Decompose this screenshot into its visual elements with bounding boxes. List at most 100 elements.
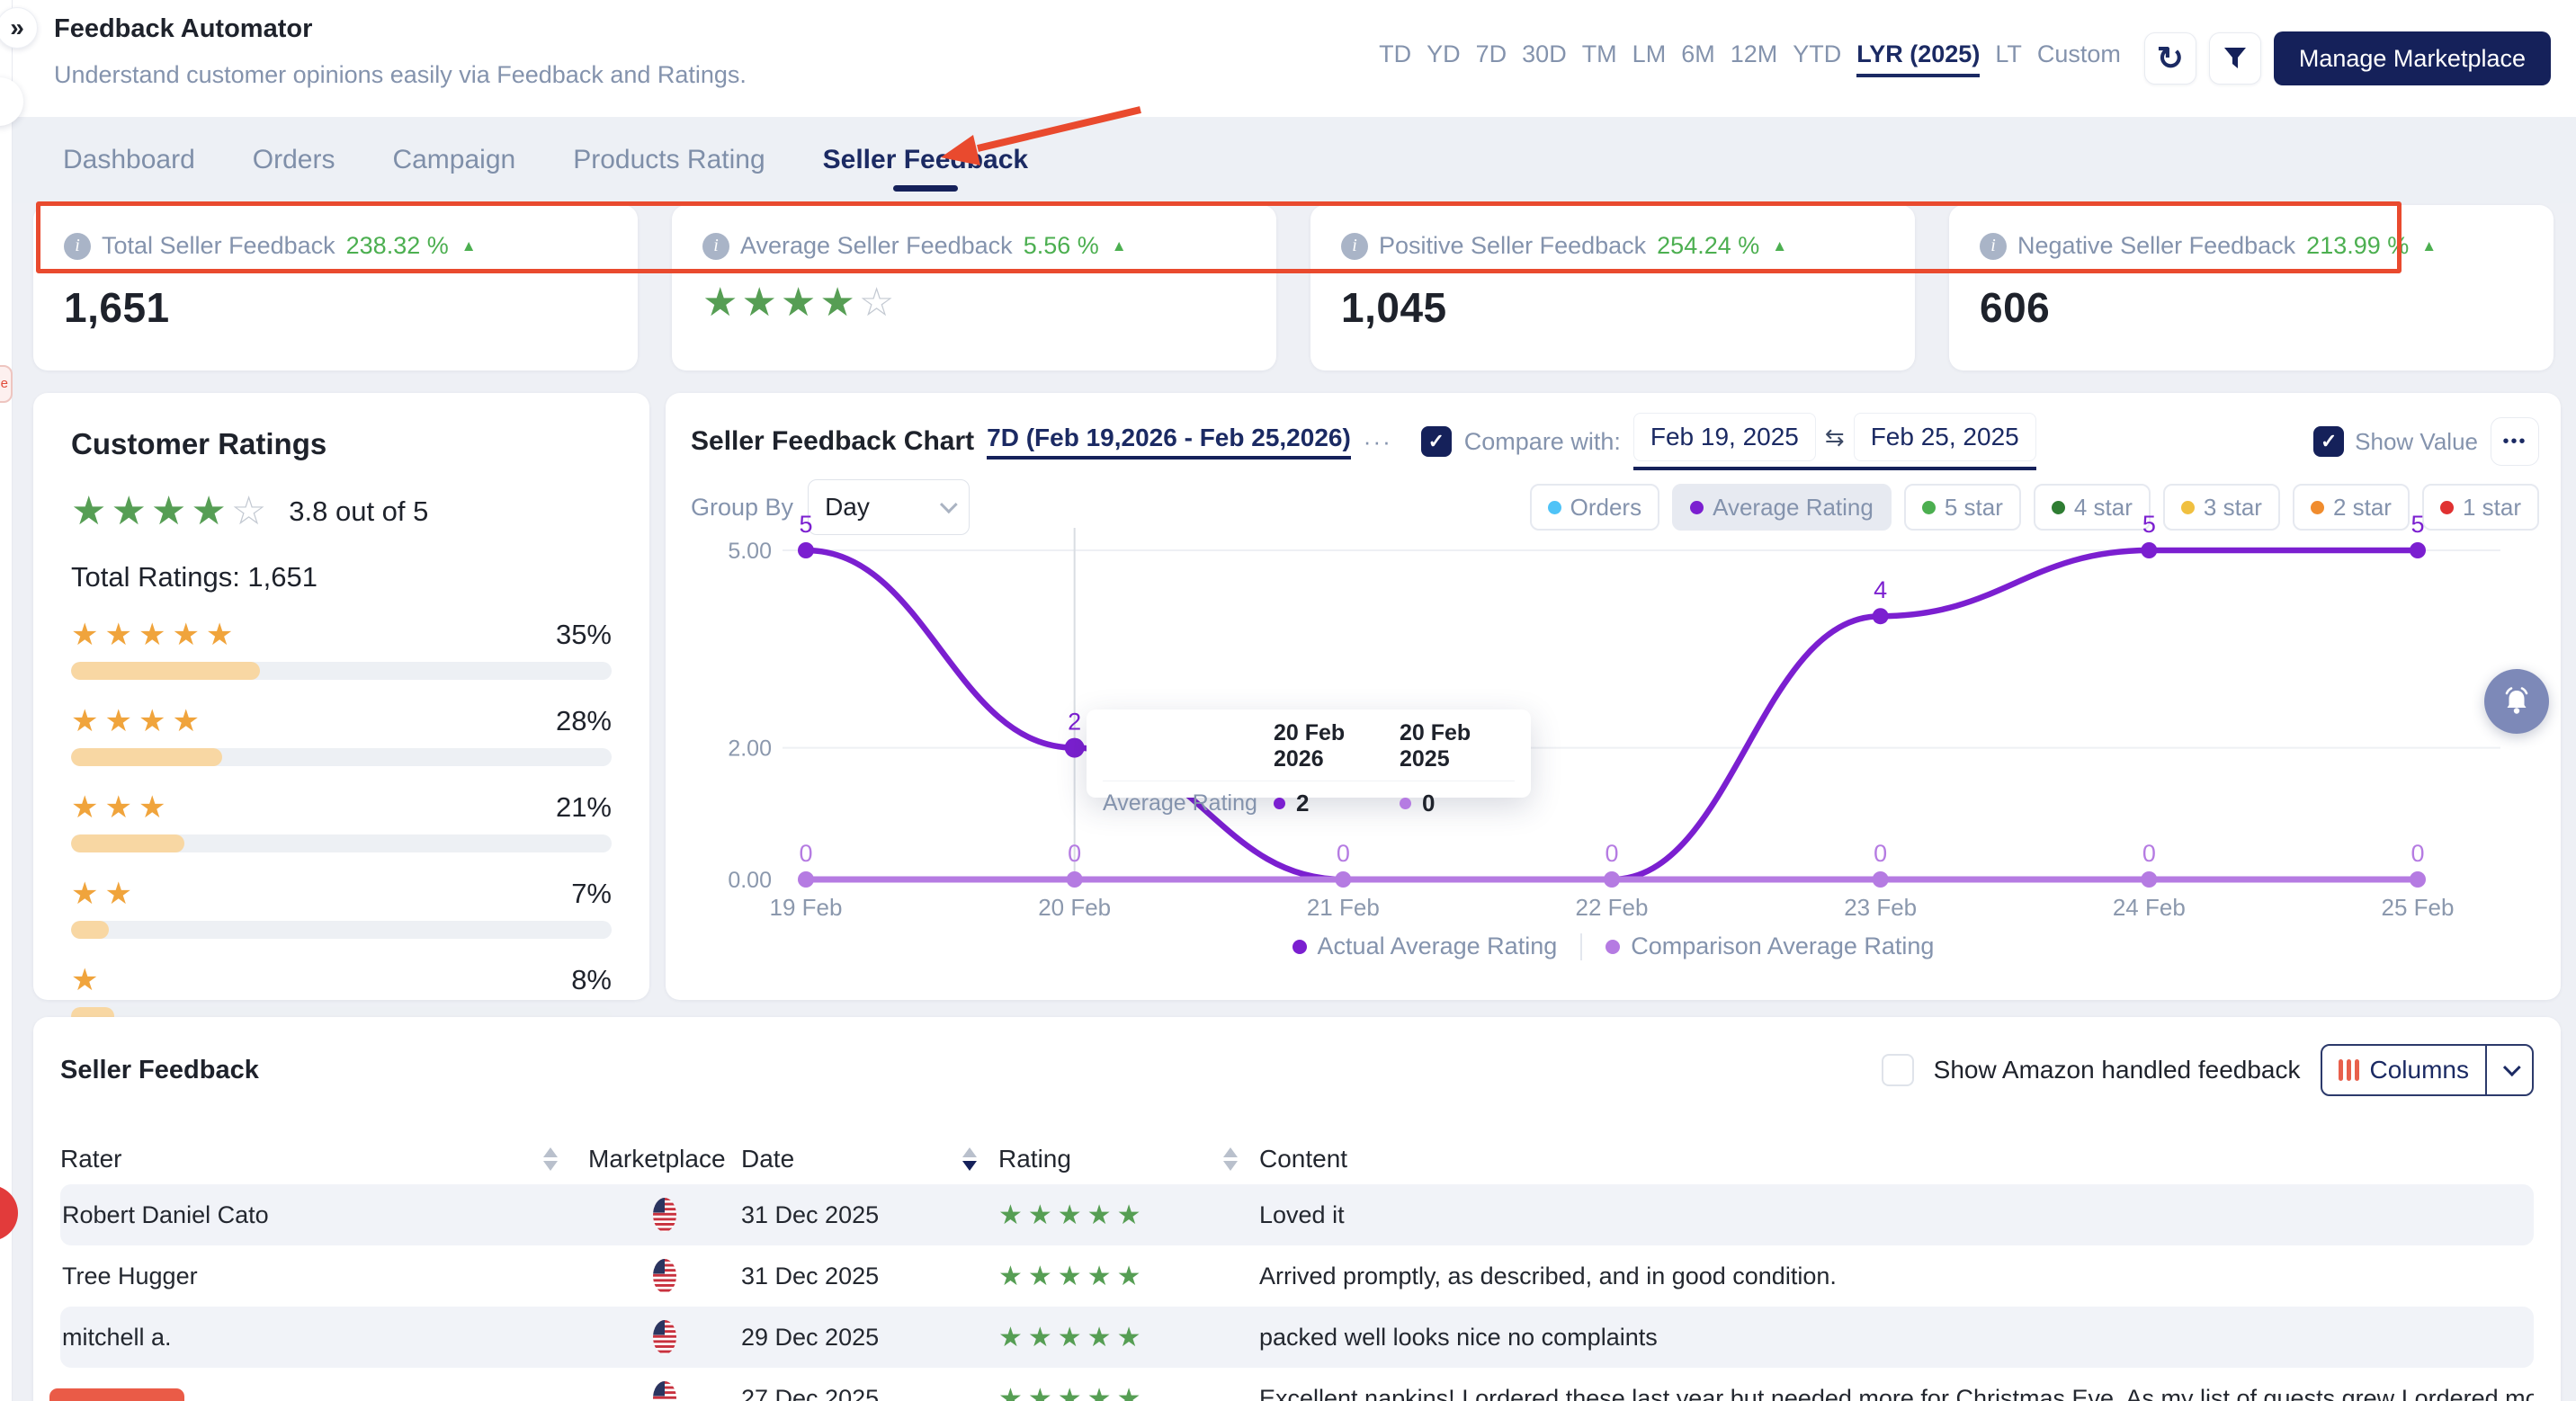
svg-text:0: 0 <box>1068 840 1081 867</box>
svg-text:19 Feb: 19 Feb <box>770 894 843 921</box>
manage-marketplace-button[interactable]: Manage Marketplace <box>2273 31 2551 85</box>
table-body: Robert Daniel Cato 31 Dec 2025 ★★★★★ Loved … <box>60 1184 2534 1401</box>
customer-ratings-title: Customer Ratings <box>71 427 327 460</box>
kpi-card-3: i Negative Seller Feedback 213.99 % ▲ 606 <box>1949 205 2554 370</box>
rating-bar-track <box>71 921 612 939</box>
tooltip-series-label: Average Rating <box>1103 790 1257 816</box>
header-marketplace: Marketplace <box>588 1145 726 1173</box>
legend-actual-average-rating: Actual Average Rating <box>1292 933 1558 960</box>
range-yd[interactable]: YD <box>1427 40 1461 77</box>
rating-row-stars: ★★★★★ <box>71 618 240 652</box>
header-date[interactable]: Date <box>741 1145 998 1173</box>
trend-up-icon: ▲ <box>1772 236 1788 254</box>
amazon-handled-checkbox[interactable] <box>1881 1054 1914 1086</box>
sort-asc-icon <box>1223 1147 1238 1157</box>
top-header: Feedback Automator Understand customer o… <box>0 0 2576 117</box>
header-controls: TD YD 7D 30D TM LM 6M 12M YTD LYR (2025) LT Custom … <box>1379 0 2551 117</box>
trend-up-icon: ▲ <box>1111 236 1127 254</box>
legend-dot <box>1606 939 1621 954</box>
range-custom[interactable]: Custom <box>2037 40 2121 77</box>
tooltip-date-current: 20 Feb 2026 <box>1274 720 1346 772</box>
sort-icons[interactable] <box>543 1147 579 1171</box>
svg-text:5: 5 <box>2411 511 2424 538</box>
columns-dropdown[interactable] <box>2485 1046 2532 1094</box>
sort-icons[interactable] <box>962 1147 998 1171</box>
rating-row-percent: 21% <box>555 791 612 823</box>
amazon-handled-label: Show Amazon handled feedback <box>1933 1056 2301 1084</box>
range-lyr-2025-[interactable]: LYR (2025) <box>1856 40 1981 77</box>
range-tm[interactable]: TM <box>1582 40 1617 77</box>
range-7d[interactable]: 7D <box>1476 40 1507 77</box>
rating-row-stars: ★ <box>71 963 105 997</box>
rating-distribution: ★★★★★ 35% ★★★★ 28% ★★★ 21% ★★ 7% ★ 8% <box>71 617 612 1025</box>
tab-seller-feedback[interactable]: Seller Feedback <box>819 129 1032 192</box>
tooltip-value-comparison: 0 <box>1422 790 1436 817</box>
tab-products-rating[interactable]: Products Rating <box>569 129 768 192</box>
tooltip-date-comparison: 20 Feb 2025 <box>1400 720 1471 772</box>
range-lm[interactable]: LM <box>1632 40 1667 77</box>
kpi-head: i Positive Seller Feedback 254.24 % ▲ <box>1341 232 1884 260</box>
rating-row-3-star: ★★★ 21% <box>71 790 612 852</box>
refresh-button[interactable]: ↻ <box>2143 32 2196 85</box>
kpi-change: 213.99 % <box>2306 232 2410 259</box>
page-title: Feedback Automator <box>54 14 313 43</box>
us-flag-icon <box>653 1320 676 1354</box>
kpi-label: Negative Seller Feedback <box>2017 232 2296 259</box>
line-chart[interactable]: 5.00 2.00 0.00 0 0 0 0 0 0 0 5 2 4 5 5 19 Feb 20 Feb 21 F… <box>666 393 2561 1000</box>
kpi-card-0: i Total Seller Feedback 238.32 % ▲ 1,651 <box>33 205 638 370</box>
range-6m[interactable]: 6M <box>1681 40 1715 77</box>
legend-dot <box>1292 939 1307 954</box>
rating-row-percent: 7% <box>571 878 612 909</box>
rating-row-top: ★★★ 21% <box>71 790 612 825</box>
range-12m[interactable]: 12M <box>1731 40 1778 77</box>
table-row: mitchell a. 29 Dec 2025 ★★★★★ packed well l… <box>60 1307 2534 1368</box>
svg-text:23 Feb: 23 Feb <box>1844 894 1917 921</box>
table-row: Tree Hugger 31 Dec 2025 ★★★★★ Arrived promp… <box>60 1245 2534 1307</box>
header-rater[interactable]: Rater <box>60 1145 543 1173</box>
sort-desc-icon <box>543 1161 558 1171</box>
header-content: Content <box>1259 1145 1348 1173</box>
range-td[interactable]: TD <box>1379 40 1411 77</box>
columns-button[interactable]: Columns <box>2320 1044 2534 1096</box>
cell-date: 27 Dec 2025 <box>741 1384 880 1401</box>
sort-desc-icon <box>962 1161 977 1171</box>
kpi-head: i Negative Seller Feedback 213.99 % ▲ <box>1980 232 2523 260</box>
kpi-value: 1,045 <box>1341 284 1447 331</box>
sort-icons[interactable] <box>1223 1147 1259 1171</box>
legend-label: Actual Average Rating <box>1317 933 1558 959</box>
tab-dashboard[interactable]: Dashboard <box>59 129 199 192</box>
legend-separator <box>1580 933 1583 960</box>
rating-bar-track <box>71 662 612 680</box>
rating-bar-fill <box>71 834 185 852</box>
rating-row-top: ★ 8% <box>71 962 612 998</box>
svg-text:5: 5 <box>2142 511 2156 538</box>
rating-row-top: ★★ 7% <box>71 876 612 912</box>
cell-rater: Tree Hugger <box>62 1262 198 1289</box>
columns-label: Columns <box>2369 1056 2469 1084</box>
cell-content: Loved it <box>1259 1200 1345 1228</box>
cell-rating: ★★★★★ <box>998 1261 1147 1291</box>
page-subtitle: Understand customer opinions easily via … <box>54 61 747 88</box>
svg-text:2: 2 <box>1068 709 1081 736</box>
cell-content: Arrived promptly, as described, and in g… <box>1259 1262 1837 1289</box>
cell-rater: mitchell a. <box>62 1323 172 1351</box>
notifications-button[interactable] <box>2484 669 2549 734</box>
tab-campaign[interactable]: Campaign <box>389 129 519 192</box>
kpi-card-2: i Positive Seller Feedback 254.24 % ▲ 1,045 <box>1310 205 1915 370</box>
chart-tooltip: 20 Feb 2026 20 Feb 2025 Average Rating 2… <box>1087 709 1531 817</box>
rating-row-stars: ★★★ <box>71 790 173 825</box>
info-icon: i <box>1341 232 1368 260</box>
range-ytd[interactable]: YTD <box>1793 40 1841 77</box>
header-rating[interactable]: Rating <box>998 1145 1259 1173</box>
tab-orders[interactable]: Orders <box>249 129 339 192</box>
range-30d[interactable]: 30D <box>1522 40 1567 77</box>
cell-date: 29 Dec 2025 <box>741 1323 880 1351</box>
rating-row-stars: ★★ <box>71 877 139 911</box>
filter-button[interactable] <box>2208 32 2261 85</box>
table-header-bar: Seller Feedback Show Amazon handled feed… <box>60 1044 2534 1096</box>
svg-text:2.00: 2.00 <box>728 736 772 762</box>
table-row: Robert Daniel Cato 31 Dec 2025 ★★★★★ Loved … <box>60 1184 2534 1245</box>
tabs-band: Dashboard Orders Campaign Products Rating Se… <box>13 117 2576 203</box>
range-lt[interactable]: LT <box>1995 40 2022 77</box>
svg-text:20 Feb: 20 Feb <box>1038 894 1111 921</box>
